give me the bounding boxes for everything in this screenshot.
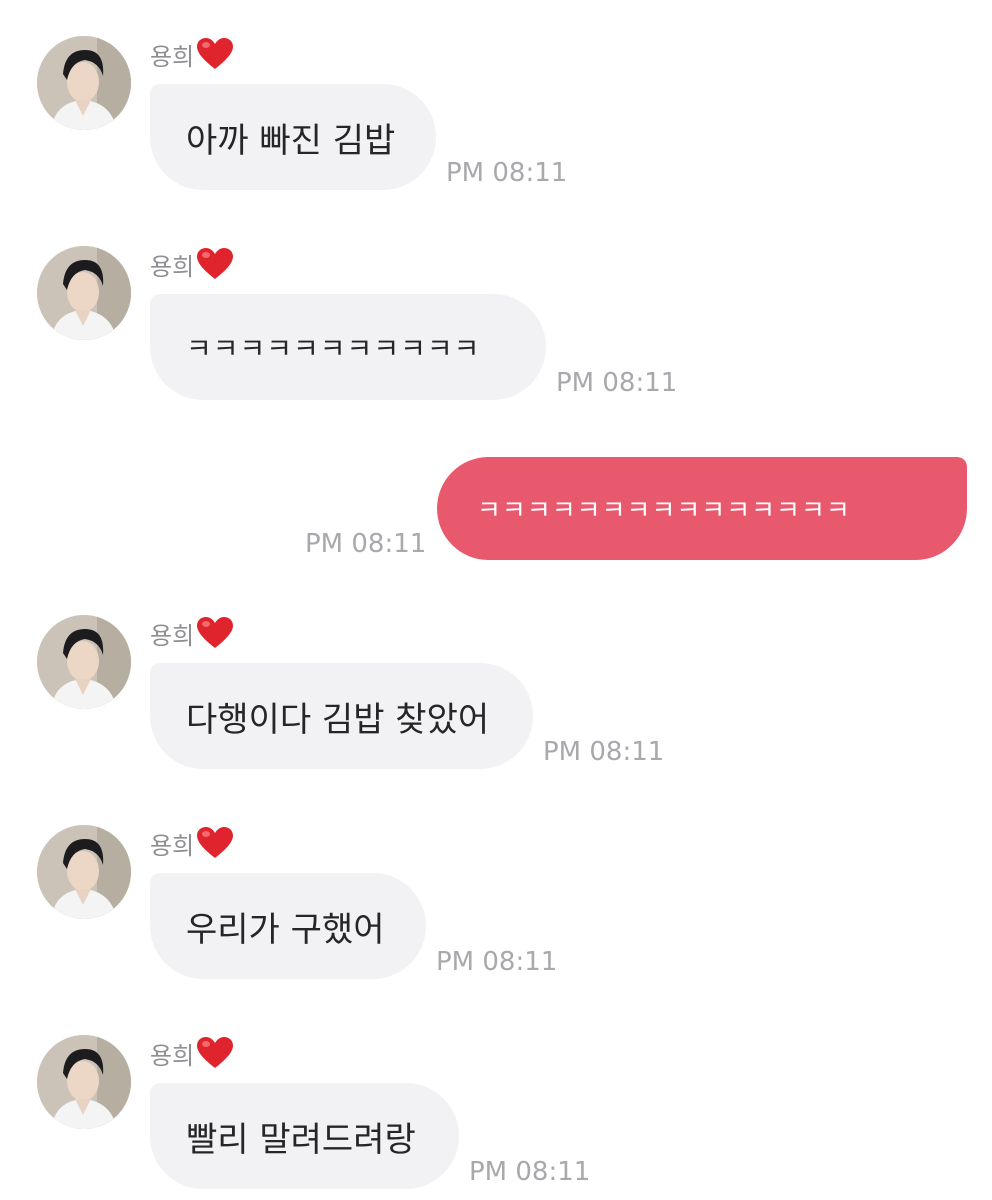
profile-photo-icon <box>37 36 131 130</box>
message-bubble: 아까 빠진 김밥 <box>150 84 436 190</box>
avatar[interactable] <box>37 36 131 130</box>
profile-photo-icon <box>37 246 131 340</box>
message-bubble: 우리가 구했어 <box>150 873 426 979</box>
profile-photo-icon <box>37 825 131 919</box>
profile-photo-icon <box>37 615 131 709</box>
message-bubble: 빨리 말려드려랑 <box>150 1083 459 1189</box>
sender-name: 용희 <box>150 825 234 861</box>
avatar[interactable] <box>37 1035 131 1129</box>
heart-icon <box>197 827 234 858</box>
message-time: PM 08:11 <box>469 1157 591 1187</box>
message-bubble: 다행이다 김밥 찾았어 <box>150 663 533 769</box>
heart-icon <box>197 248 234 279</box>
profile-photo-icon <box>37 1035 131 1129</box>
avatar[interactable] <box>37 825 131 919</box>
message-time: PM 08:11 <box>556 368 678 398</box>
message-bubble: ㅋㅋㅋㅋㅋㅋㅋㅋㅋㅋㅋㅋㅋㅋㅋ <box>437 457 967 560</box>
avatar[interactable] <box>37 615 131 709</box>
message-time: PM 08:11 <box>446 158 568 188</box>
sender-name: 용희 <box>150 1035 234 1071</box>
message-time: PM 08:11 <box>305 529 427 559</box>
message-bubble: ㅋㅋㅋㅋㅋㅋㅋㅋㅋㅋㅋ <box>150 294 546 400</box>
sender-name: 용희 <box>150 246 234 282</box>
heart-icon <box>197 1037 234 1068</box>
heart-icon <box>197 38 234 69</box>
heart-icon <box>197 617 234 648</box>
sender-name: 용희 <box>150 615 234 651</box>
avatar[interactable] <box>37 246 131 340</box>
message-time: PM 08:11 <box>436 947 558 977</box>
message-time: PM 08:11 <box>543 737 665 767</box>
sender-name: 용희 <box>150 36 234 72</box>
